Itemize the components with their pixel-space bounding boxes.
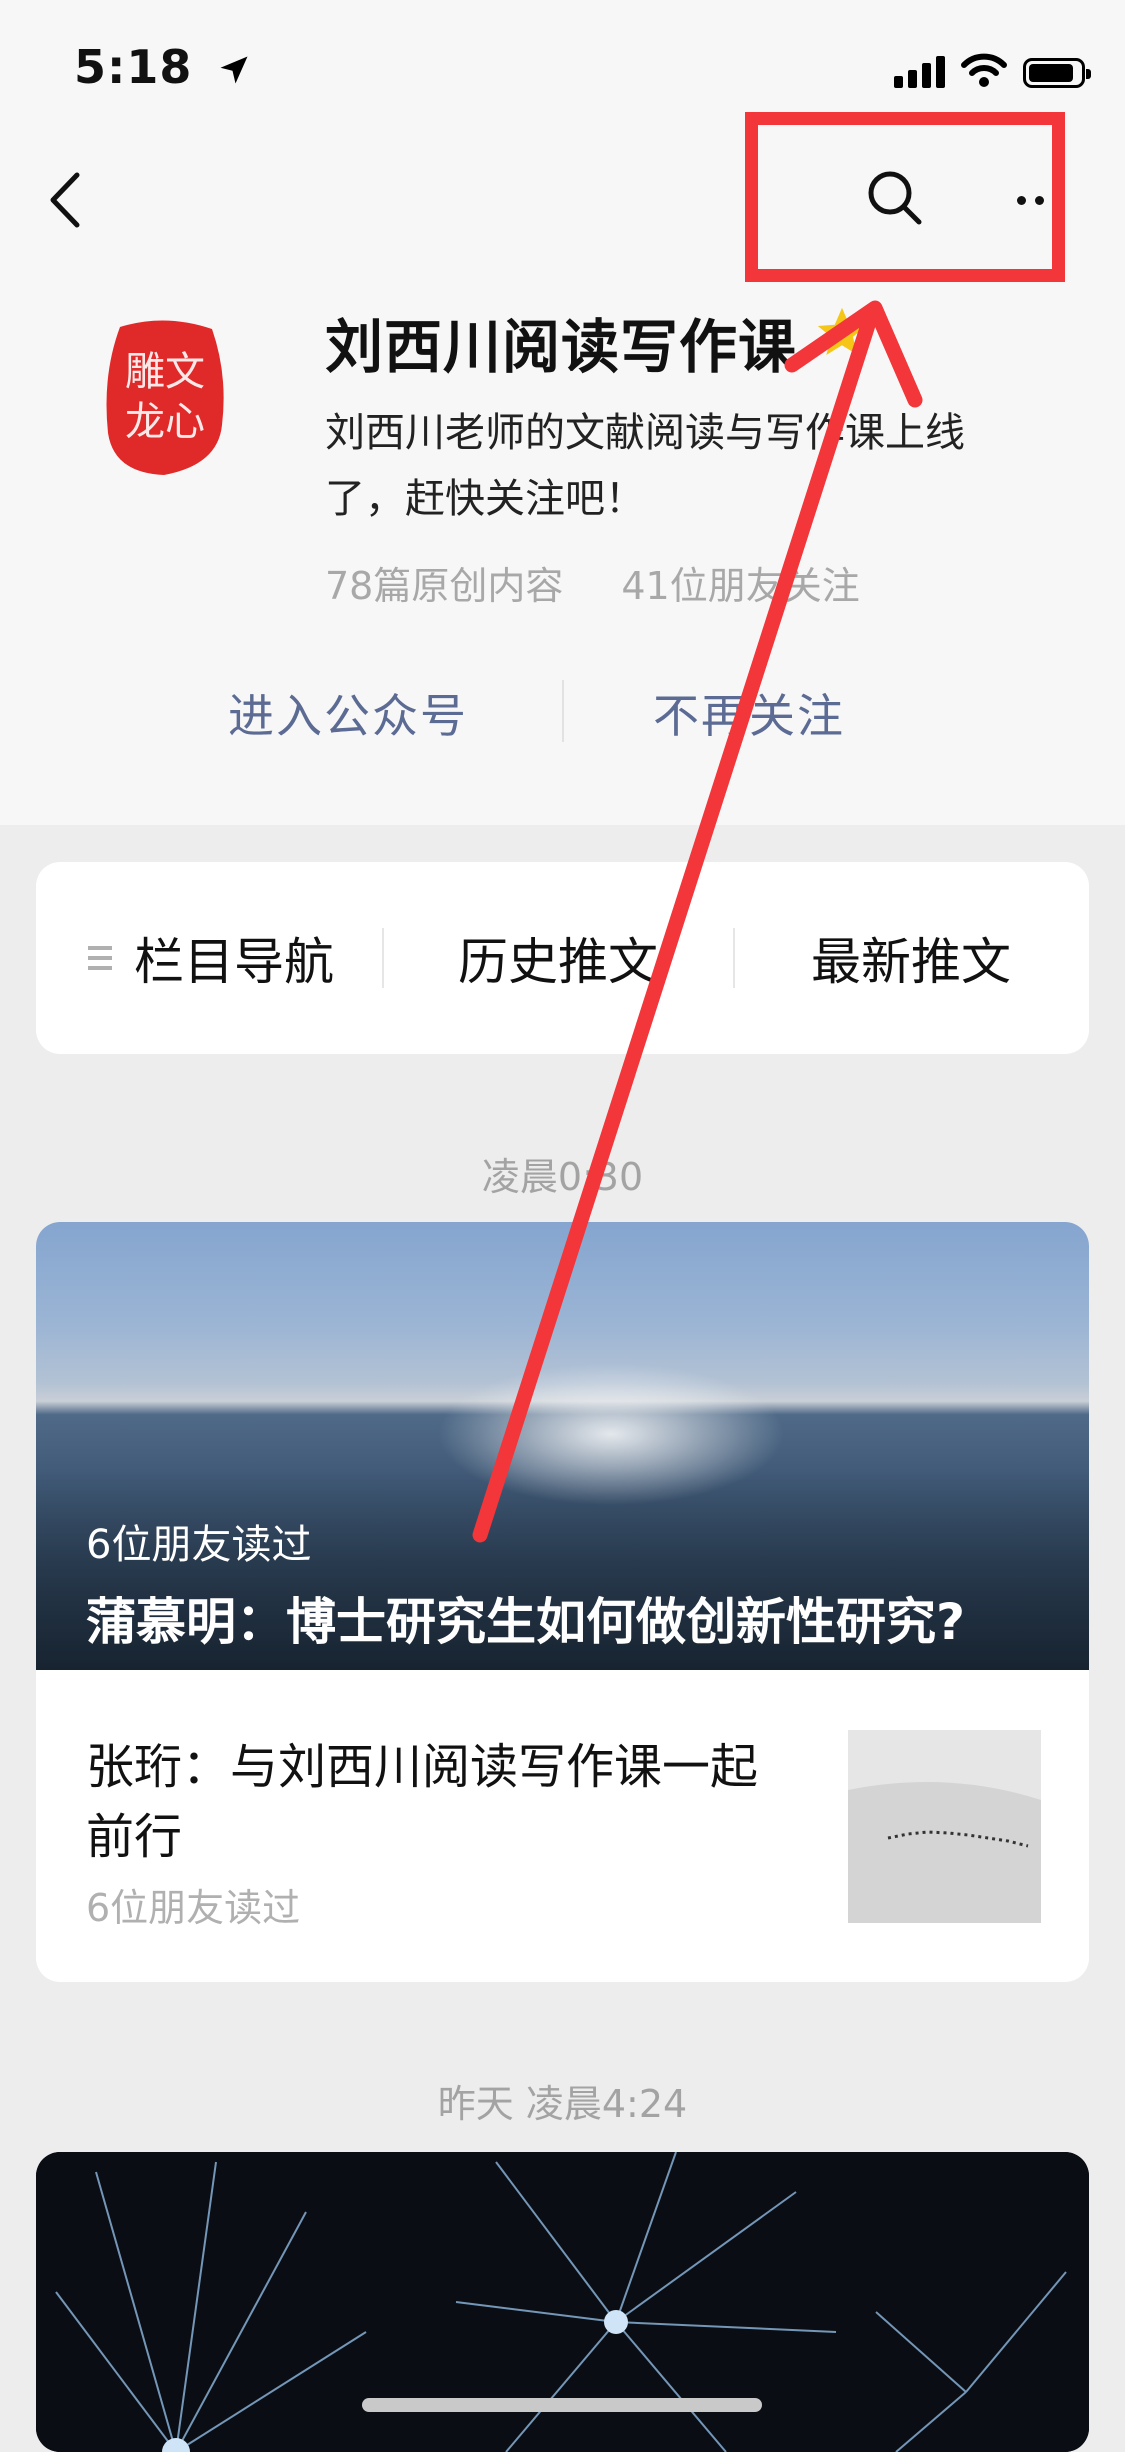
article-group-card: 6位朋友读过 蒲慕明：博士研究生如何做创新性研究? 张珩：与刘西川阅读写作课一起… [36,1222,1089,1982]
original-count: 78篇原创内容 [325,564,564,608]
friends-following: 41位朋友关注 [621,564,860,608]
svg-text:雕文: 雕文 [125,349,205,395]
star-icon [817,307,867,355]
menu-item-label: 最新推文 [811,933,1011,991]
menu-item-history[interactable]: 历史推文 [458,862,658,1054]
menu-item-latest[interactable]: 最新推文 [811,862,1011,1054]
annotation-highlight-box [745,112,1065,282]
cover-title: 蒲慕明：博士研究生如何做创新性研究? [86,1593,966,1651]
menu-bar: 栏目导航 历史推文 最新推文 [36,862,1089,1054]
article-cover[interactable]: 6位朋友读过 蒲慕明：博士研究生如何做创新性研究? [36,1222,1089,1670]
wifi-icon [961,53,1007,87]
menu-divider [382,928,384,988]
home-indicator [362,2398,762,2412]
back-button[interactable] [40,165,90,235]
enter-account-button[interactable]: 进入公众号 [228,680,468,746]
post-time: 凌晨0:30 [481,1155,644,1199]
avatar: 雕文 龙心 [106,320,224,475]
account-name: 刘西川阅读写作课 [325,313,798,381]
svg-text:龙心: 龙心 [125,399,205,445]
sub-article-title[interactable]: 张珩：与刘西川阅读写作课一起前行 [86,1732,786,1872]
action-divider [562,680,564,742]
unfollow-button[interactable]: 不再关注 [653,680,845,746]
menu-item-label: 历史推文 [458,933,658,991]
sub-article-readers: 6位朋友读过 [86,1886,301,1930]
menu-item-column-nav[interactable]: 栏目导航 [88,862,334,1054]
sub-article-thumbnail[interactable] [848,1730,1041,1923]
menu-item-label: 栏目导航 [134,933,334,991]
status-time: 5:18 [74,40,193,94]
cellular-signal-icon [894,54,945,88]
status-indicators [894,48,1091,88]
account-stats: 78篇原创内容 41位朋友关注 [325,555,860,610]
location-arrow-icon [220,56,248,84]
post-time: 昨天 凌晨4:24 [437,2082,688,2126]
battery-icon [1023,58,1091,88]
hamburger-icon [88,946,112,970]
cover-readers: 6位朋友读过 [86,1522,312,1568]
menu-divider [733,928,735,988]
chevron-left-icon [50,172,80,228]
account-description: 刘西川老师的文献阅读与写作课上线了，赶快关注吧！ [325,410,965,522]
